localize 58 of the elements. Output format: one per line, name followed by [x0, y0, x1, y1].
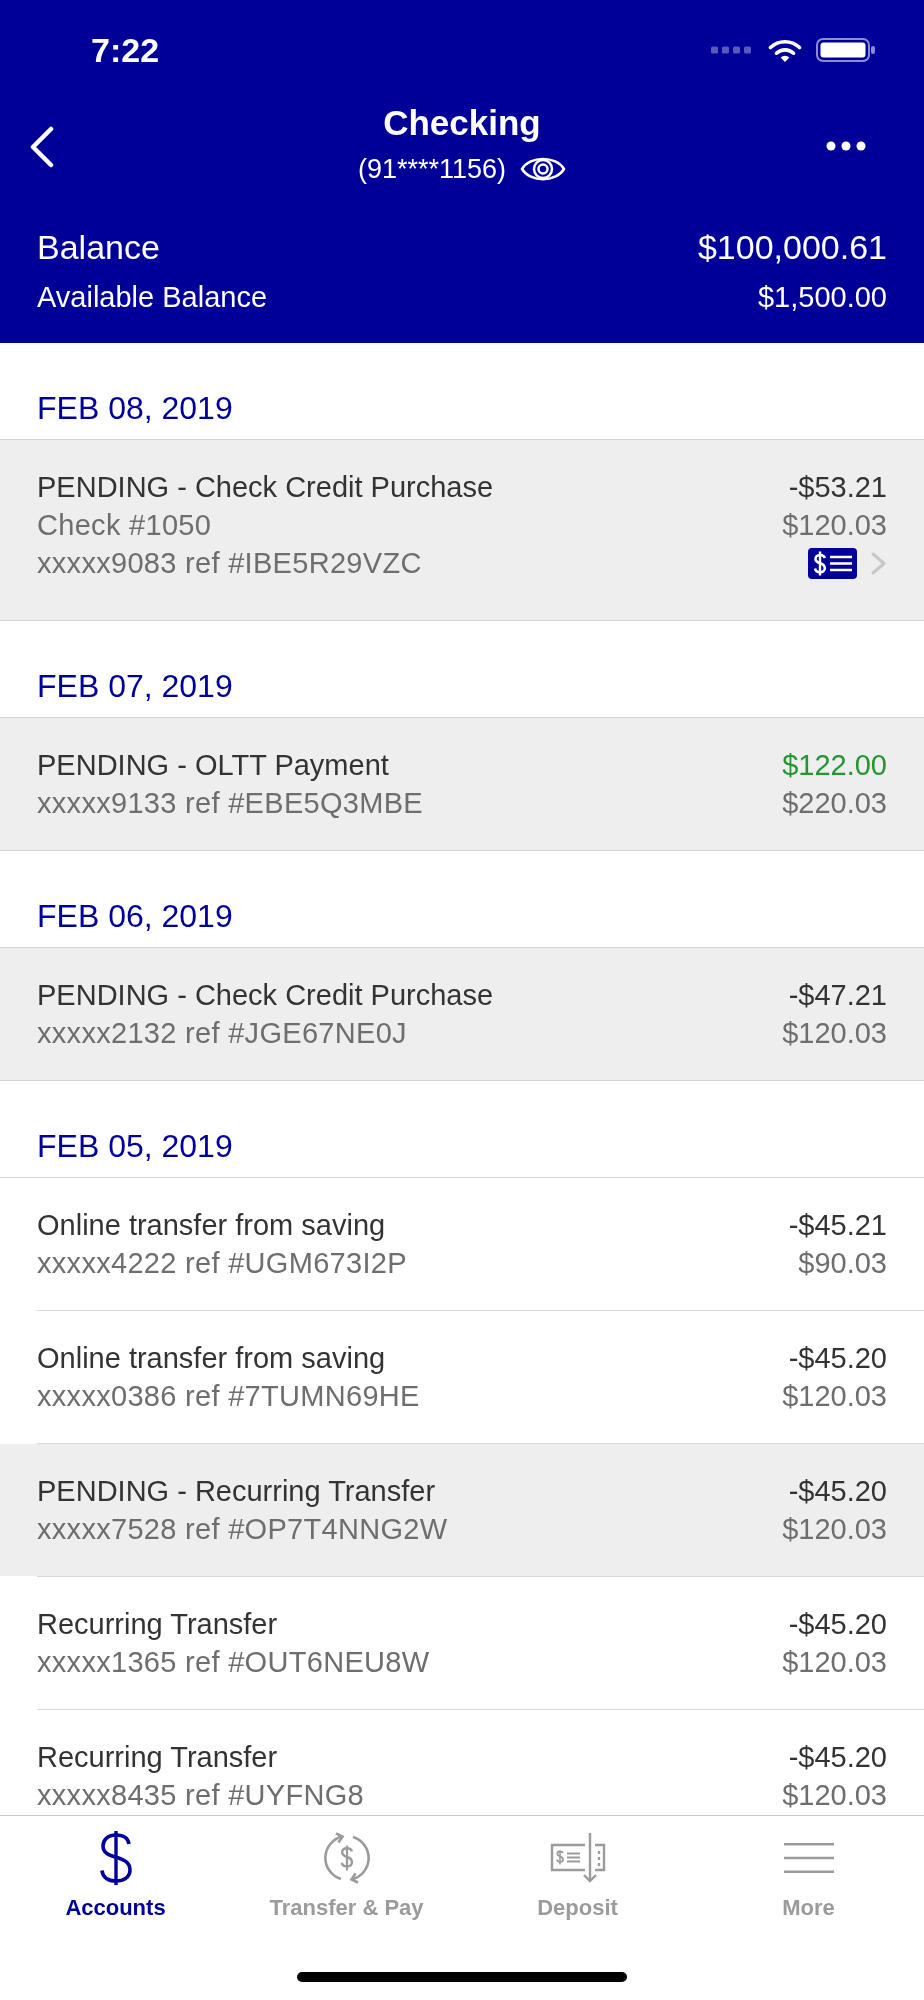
date-header: FEB 07, 2019	[37, 668, 233, 704]
running-balance: $120.03	[782, 1512, 887, 1547]
transaction-detail: Check #1050	[37, 508, 213, 543]
transaction-detail: xxxxx0386 ref #7TUMN69HE	[37, 1379, 421, 1414]
check-deposit-icon	[549, 1832, 606, 1884]
transaction-title: Online transfer from saving	[37, 1341, 387, 1376]
available-balance-label: Available Balance	[37, 280, 268, 315]
battery-icon	[816, 38, 875, 62]
transaction-detail: xxxxx4222 ref #UGM673I2P	[37, 1246, 408, 1281]
transaction-title: PENDING - Check Credit Purchase	[37, 978, 495, 1013]
transaction-amount: -$45.21	[788, 1208, 887, 1243]
running-balance: $120.03	[782, 1016, 887, 1051]
transaction-title: PENDING - Check Credit Purchase	[37, 470, 495, 505]
running-balance: $120.03	[782, 508, 887, 543]
transaction-row[interactable]: PENDING - Check Credit Purchase xxxxx2132 ref #JGE67NE0J -$47.21 $120.03	[0, 948, 924, 1080]
transaction-detail: xxxxx9083 ref #IBE5R29VZC	[37, 546, 423, 581]
account-number: (91****1156)	[357, 153, 507, 186]
menu-icon	[782, 1843, 835, 1873]
transaction-detail: xxxxx7528 ref #OP7T4NNG2W	[37, 1512, 449, 1547]
transaction-title: Online transfer from saving	[37, 1208, 387, 1243]
available-balance-amount: $1,500.00	[758, 280, 887, 315]
running-balance: $120.03	[782, 1645, 887, 1680]
running-balance: $120.03	[782, 1379, 887, 1414]
running-balance: $90.03	[798, 1246, 887, 1281]
transaction-amount: -$45.20	[788, 1341, 887, 1376]
transaction-title: Recurring Transfer	[37, 1607, 279, 1642]
transaction-amount: -$47.21	[788, 978, 887, 1013]
chevron-left-icon	[29, 126, 55, 168]
transaction-title: Recurring Transfer	[37, 1740, 279, 1775]
transaction-row[interactable]: PENDING - Check Credit Purchase Check #1050 xxxxx9083 ref #IBE5R29VZC -$53.21 $120.03	[0, 440, 924, 620]
transaction-amount: -$45.20	[788, 1607, 887, 1642]
transaction-detail: xxxxx1365 ref #OUT6NEU8W	[37, 1645, 431, 1680]
tab-item[interactable]: Accounts	[0, 1816, 231, 1934]
wifi-icon	[768, 37, 802, 63]
transaction-title: PENDING - Recurring Transfer	[37, 1474, 437, 1509]
transaction-detail: xxxxx2132 ref #JGE67NE0J	[37, 1016, 408, 1051]
signal-dots-icon	[711, 46, 751, 54]
transaction-row[interactable]: PENDING - OLTT Payment xxxxx9133 ref #EBE5Q3MBE $122.00 $220.03	[0, 718, 924, 850]
nav-title: Checking	[383, 103, 541, 143]
transaction-detail: xxxxx9133 ref #EBE5Q3MBE	[37, 786, 424, 821]
date-header: FEB 08, 2019	[37, 390, 233, 426]
chevron-right-icon	[870, 550, 887, 576]
transaction-amount: -$45.20	[788, 1740, 887, 1775]
balance-amount: $100,000.61	[697, 227, 887, 268]
transaction-amount: -$45.20	[788, 1474, 887, 1509]
running-balance: $220.03	[782, 786, 887, 821]
transaction-amount: $122.00	[782, 748, 887, 783]
date-header: FEB 05, 2019	[37, 1128, 233, 1164]
transaction-amount: -$53.21	[788, 470, 887, 505]
transaction-row[interactable]: PENDING - Recurring Transfer xxxxx7528 ref #OP7T4NNG2W -$45.20 $120.03	[0, 1444, 924, 1576]
transaction-detail: xxxxx8435 ref #UYFNG8	[37, 1778, 366, 1813]
running-balance: $120.03	[782, 1778, 887, 1813]
ellipsis-icon	[826, 141, 866, 151]
check-image-icon[interactable]	[808, 547, 857, 579]
balance-label: Balance	[37, 227, 160, 268]
transaction-title: PENDING - OLTT Payment	[37, 748, 390, 783]
date-header: FEB 06, 2019	[37, 898, 233, 934]
status-time: 7:22	[91, 30, 160, 70]
